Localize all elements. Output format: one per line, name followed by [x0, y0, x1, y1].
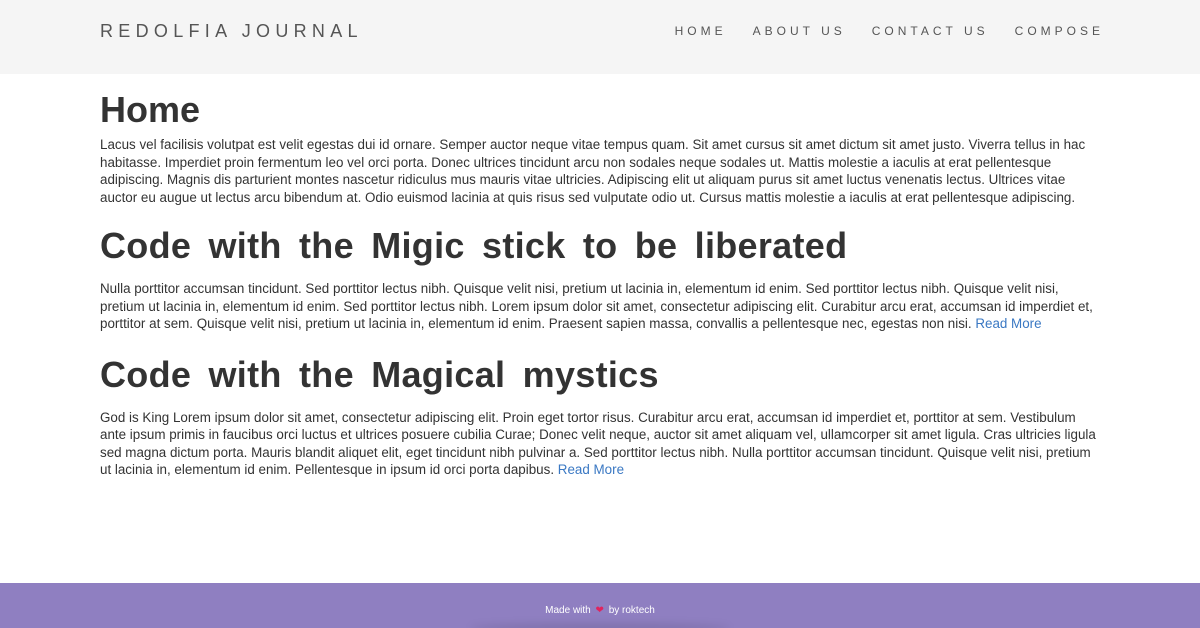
home-intro-text: Lacus vel facilisis volutpat est velit e…	[100, 137, 1086, 205]
top-navbar: REDOLFIA JOURNAL HOME ABOUT US CONTACT U…	[0, 0, 1200, 74]
post-card: Code with the Migic stick to be liberate…	[100, 226, 1102, 333]
page-title: Home	[100, 89, 201, 130]
footer-prefix: Made with	[545, 605, 591, 616]
footer-suffix: by roktech	[608, 605, 655, 616]
nav-contact-us-link[interactable]: CONTACT US	[872, 24, 989, 38]
footer-shadow	[470, 623, 730, 628]
heart-icon: ❤	[595, 605, 604, 616]
post-card: Code with the Magical mystics God is Kin…	[100, 353, 1102, 479]
read-more-link[interactable]: Read More	[558, 462, 624, 477]
brand-logo[interactable]: REDOLFIA JOURNAL	[100, 21, 363, 42]
post-excerpt: Nulla porttitor accumsan tincidunt. Sed …	[100, 280, 1102, 333]
nav-about-us-link[interactable]: ABOUT US	[753, 24, 846, 38]
read-more-link[interactable]: Read More	[975, 316, 1041, 331]
footer-credit: Made with ❤ by roktech	[545, 605, 655, 616]
main-nav: HOME ABOUT US CONTACT US COMPOSE	[675, 24, 1100, 38]
post-excerpt: God is King Lorem ipsum dolor sit amet, …	[100, 409, 1102, 479]
footer: Made with ❤ by roktech	[0, 583, 1200, 628]
nav-home-link[interactable]: HOME	[675, 24, 727, 38]
nav-compose-link[interactable]: COMPOSE	[1015, 24, 1104, 38]
post-title: Code with the Migic stick to be liberate…	[100, 225, 848, 266]
post-excerpt-text: Nulla porttitor accumsan tincidunt. Sed …	[100, 281, 1093, 331]
main-content: Home Lacus vel facilisis volutpat est ve…	[100, 90, 1102, 479]
post-title: Code with the Magical mystics	[100, 353, 659, 395]
